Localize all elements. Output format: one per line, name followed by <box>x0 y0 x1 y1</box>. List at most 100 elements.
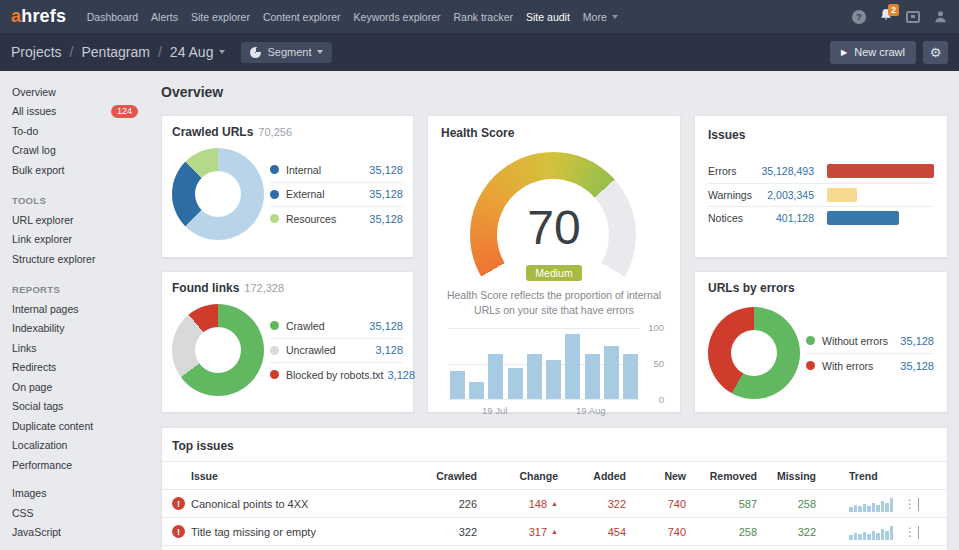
breadcrumb: Projects / Pentagram / 24 Aug <box>11 44 225 60</box>
user-icon[interactable] <box>933 9 948 24</box>
notification-badge: 2 <box>888 4 899 16</box>
sidebar-item-redirects[interactable]: Redirects <box>12 358 161 378</box>
sidebar-item-link-explorer[interactable]: Link explorer <box>12 230 161 250</box>
urls-by-errors-card: URLs by errors Without errors35,128 With… <box>694 271 948 413</box>
sidebar-item-on-page[interactable]: On page <box>12 377 161 397</box>
notifications-bell[interactable]: 2 <box>879 8 893 26</box>
internal-value-link[interactable]: 35,128 <box>365 164 403 176</box>
trend-up-icon: ▲ <box>551 500 558 507</box>
trend-sparkline <box>849 496 902 512</box>
sidebar: Overview All issues124 To-do Crawl log B… <box>0 71 161 542</box>
sidebar-item-bulk-export[interactable]: Bulk export <box>12 160 161 180</box>
y-tick-50: 50 <box>646 358 664 369</box>
legend-row-crawled: Crawled35,128 <box>270 313 403 337</box>
nav-site-explorer[interactable]: Site explorer <box>184 11 256 23</box>
breadcrumb-crawl-date[interactable]: 24 Aug <box>170 44 214 60</box>
nav-more[interactable]: More <box>576 11 624 23</box>
nav-keywords-explorer[interactable]: Keywords explorer <box>347 11 447 23</box>
warnings-value-link[interactable]: 2,003,345 <box>760 189 814 201</box>
issues-row-warnings: Warnings2,003,345 <box>708 183 934 207</box>
sidebar-item-overview[interactable]: Overview <box>12 82 161 102</box>
sidebar-item-localization[interactable]: Localization <box>12 436 161 456</box>
top-issues-title: Top issues <box>162 428 947 461</box>
legend-row-with-errors: With errors35,128 <box>806 353 934 377</box>
top-issues-header-row: Issue Crawled Change Added New Removed M… <box>162 461 947 489</box>
issues-card: Issues Errors35,128,493 Warnings2,003,34… <box>694 115 948 258</box>
card-title: Issues <box>708 128 934 142</box>
ahrefs-logo[interactable]: ahrefs <box>11 6 66 27</box>
sidebar-item-url-explorer[interactable]: URL explorer <box>12 210 161 230</box>
chevron-down-icon <box>317 50 323 54</box>
nav-alerts[interactable]: Alerts <box>145 11 185 23</box>
nav-site-audit[interactable]: Site audit <box>520 11 577 23</box>
sidebar-item-css[interactable]: CSS <box>12 503 161 523</box>
blocked-value-link[interactable]: 3,128 <box>383 369 415 381</box>
sidebar-item-structure-explorer[interactable]: Structure explorer <box>12 249 161 269</box>
uncrawled-value-link[interactable]: 3,128 <box>371 344 403 356</box>
external-value-link[interactable]: 35,128 <box>365 188 403 200</box>
legend-row-uncrawled: Uncrawled3,128 <box>270 338 403 362</box>
sidebar-item-indexability[interactable]: Indexability <box>12 319 161 339</box>
nav-dashboard[interactable]: Dashboard <box>80 11 144 23</box>
row-menu-button[interactable]: ⋮ <box>902 497 918 511</box>
health-score-card: Health Score 70 Medium Health Score refl… <box>427 115 681 413</box>
issue-link[interactable]: Title tag missing or empty <box>191 526 397 538</box>
with-errors-value-link[interactable]: 35,128 <box>896 360 934 372</box>
card-title: URLs by errors <box>708 281 934 295</box>
table-row: ! Canonical points to 4XX 226 148▲ 322 7… <box>162 489 947 517</box>
breadcrumb-project-name[interactable]: Pentagram <box>81 44 149 60</box>
new-crawl-button[interactable]: ▶New crawl <box>830 41 916 64</box>
sidebar-item-social-tags[interactable]: Social tags <box>12 397 161 417</box>
nav-rank-tracker[interactable]: Rank tracker <box>447 11 520 23</box>
top-navbar: ahrefs Dashboard Alerts Site explorer Co… <box>0 0 959 33</box>
errors-bar <box>827 164 934 178</box>
legend-dot <box>270 214 279 223</box>
card-title: Crawled URLs <box>172 125 253 139</box>
top-issues-card: Top issues Issue Crawled Change Added Ne… <box>161 427 948 550</box>
breadcrumb-projects[interactable]: Projects <box>11 44 62 60</box>
sidebar-item-javascript[interactable]: JavaScript <box>12 523 161 543</box>
crawled-urls-total: 70,256 <box>258 126 292 138</box>
errors-value-link[interactable]: 35,128,493 <box>760 165 814 177</box>
expand-chevron[interactable] <box>918 498 919 511</box>
sidebar-item-duplicate-content[interactable]: Duplicate content <box>12 416 161 436</box>
error-icon: ! <box>172 497 185 510</box>
notices-value-link[interactable]: 401,128 <box>760 212 814 224</box>
nav-content-explorer[interactable]: Content explorer <box>256 11 347 23</box>
issue-link[interactable]: Canonical points to 4XX <box>191 498 397 510</box>
card-title: Health Score <box>441 126 667 140</box>
legend-dot <box>806 361 815 370</box>
crawled-value-link[interactable]: 35,128 <box>365 320 403 332</box>
health-score-description: Health Score reflects the proportion of … <box>433 288 675 318</box>
sidebar-item-links[interactable]: Links <box>12 338 161 358</box>
chevron-down-icon <box>219 50 225 54</box>
sidebar-item-crawl-log[interactable]: Crawl log <box>12 141 161 161</box>
expand-chevron[interactable] <box>918 526 919 539</box>
sidebar-item-todo[interactable]: To-do <box>12 121 161 141</box>
page-title: Overview <box>161 84 223 100</box>
notices-bar <box>827 211 899 225</box>
issues-row-notices: Notices401,128 <box>708 206 934 230</box>
resources-value-link[interactable]: 35,128 <box>365 213 403 225</box>
legend-dot <box>270 190 279 199</box>
y-tick-0: 0 <box>646 394 664 405</box>
urls-by-errors-donut-chart <box>708 307 800 399</box>
sidebar-section-reports: REPORTS <box>12 280 161 300</box>
segment-button[interactable]: Segment <box>241 42 332 63</box>
row-menu-button[interactable]: ⋮ <box>902 525 918 539</box>
help-icon[interactable]: ? <box>852 10 866 24</box>
intercom-icon[interactable] <box>906 11 920 23</box>
sidebar-section-tools: TOOLS <box>12 191 161 211</box>
found-links-card: Found links172,328 Crawled35,128 Uncrawl… <box>161 271 414 413</box>
sidebar-item-performance[interactable]: Performance <box>12 455 161 475</box>
settings-gear-button[interactable]: ⚙ <box>923 41 948 64</box>
legend-row-blocked: Blocked by robots.txt3,128 <box>270 362 403 386</box>
sidebar-item-internal-pages[interactable]: Internal pages <box>12 299 161 319</box>
found-links-donut-chart <box>172 304 264 396</box>
trend-sparkline <box>849 524 902 540</box>
sidebar-item-all-issues[interactable]: All issues124 <box>12 102 161 122</box>
sidebar-item-images[interactable]: Images <box>12 484 161 504</box>
chevron-down-icon <box>612 15 618 19</box>
without-errors-value-link[interactable]: 35,128 <box>896 335 934 347</box>
card-title: Found links <box>172 281 239 295</box>
